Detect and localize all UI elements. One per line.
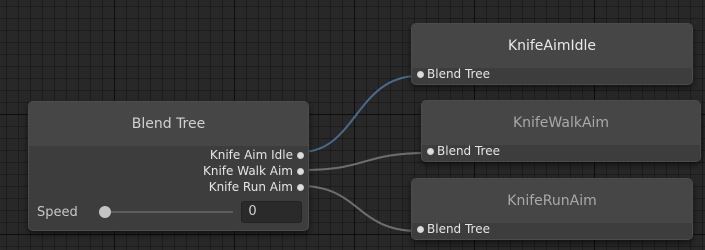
blend-tree-graph-canvas[interactable]: Blend Tree Knife Aim Idle Knife Walk Aim… xyxy=(0,0,705,250)
input-port-dot[interactable] xyxy=(417,225,424,233)
input-port-label: Blend Tree xyxy=(427,222,490,236)
speed-slider[interactable] xyxy=(99,202,234,222)
wire-knife-run-aim xyxy=(300,185,419,232)
slider-thumb[interactable] xyxy=(99,206,112,218)
output-port-knife-run-aim[interactable]: Knife Run Aim xyxy=(209,180,304,194)
input-port-dot[interactable] xyxy=(427,147,434,155)
input-port-label: Blend Tree xyxy=(437,144,500,158)
motion-node-knife-aim-idle[interactable]: KnifeAimIdle Blend Tree xyxy=(411,23,693,85)
motion-node-knife-walk-aim[interactable]: KnifeWalkAim Blend Tree xyxy=(421,100,701,162)
input-port-label: Blend Tree xyxy=(427,67,490,81)
slider-track xyxy=(105,211,234,213)
input-port-row: Blend Tree xyxy=(414,221,490,237)
motion-node-title: KnifeWalkAim xyxy=(422,101,700,145)
blend-tree-node[interactable]: Blend Tree Knife Aim Idle Knife Walk Aim… xyxy=(28,101,309,231)
output-port-dot[interactable] xyxy=(297,151,304,159)
blend-tree-title: Blend Tree xyxy=(29,102,308,146)
output-port-knife-walk-aim[interactable]: Knife Walk Aim xyxy=(203,164,304,178)
input-port-row: Blend Tree xyxy=(414,66,490,82)
input-port-dot[interactable] xyxy=(417,70,424,78)
wire-knife-walk-aim xyxy=(300,152,429,171)
wire-knife-aim-idle xyxy=(300,75,419,153)
output-port-dot[interactable] xyxy=(297,167,304,175)
input-port-row: Blend Tree xyxy=(424,143,500,159)
output-label: Knife Walk Aim xyxy=(202,164,293,178)
output-label: Knife Run Aim xyxy=(208,180,293,194)
output-port-knife-aim-idle[interactable]: Knife Aim Idle xyxy=(210,148,304,162)
output-port-dot[interactable] xyxy=(297,183,304,191)
speed-label: Speed xyxy=(37,204,78,220)
motion-node-title: KnifeRunAim xyxy=(412,179,692,223)
output-label: Knife Aim Idle xyxy=(209,148,293,162)
motion-node-knife-run-aim[interactable]: KnifeRunAim Blend Tree xyxy=(411,178,693,240)
motion-node-title: KnifeAimIdle xyxy=(412,24,692,68)
speed-parameter-row: Speed 0 xyxy=(35,200,302,224)
speed-value-field[interactable]: 0 xyxy=(241,201,302,223)
